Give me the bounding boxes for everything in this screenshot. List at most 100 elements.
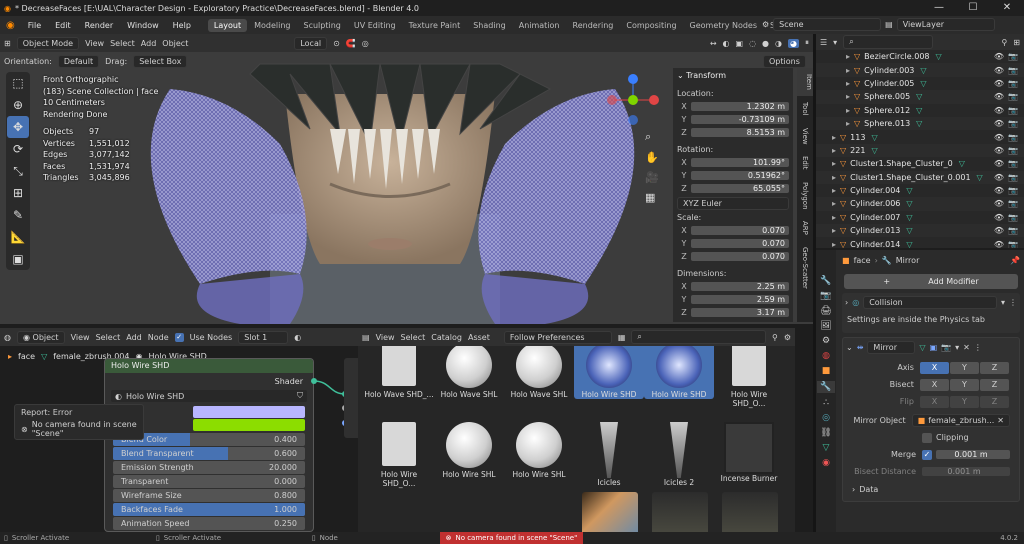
scale-z-field[interactable]: 0.070 — [691, 252, 789, 261]
mirror-name-field[interactable]: Mirror — [867, 341, 916, 354]
asset-catalog-menu[interactable]: Catalog — [431, 333, 462, 342]
render-camera-icon[interactable]: 📷 — [1008, 213, 1018, 222]
tab-edit[interactable]: Edit — [801, 150, 809, 176]
editor-type-icon[interactable]: ▤ — [362, 333, 370, 342]
maximize-button[interactable]: ☐ — [956, 0, 990, 16]
outliner-row[interactable]: ▸ ▽ Sphere.013 ▽ 👁 📷 — [816, 116, 1024, 131]
bisect-x-toggle[interactable]: X — [919, 378, 949, 391]
render-camera-icon[interactable]: 📷 — [1008, 146, 1018, 155]
rotation-y-field[interactable]: 0.51962° — [691, 171, 789, 180]
scale-tool-icon[interactable]: ⤡ — [7, 160, 29, 182]
outliner-row[interactable]: ▸ ▽ Cluster1.Shape_Cluster_0.001 ▽ 👁 📷 — [816, 170, 1024, 184]
add-cube-tool-icon[interactable]: ▣ — [7, 248, 29, 270]
asset-asset-menu[interactable]: Asset — [468, 333, 490, 342]
visibility-eye-icon[interactable]: 👁 — [994, 92, 1004, 101]
tab-uv-editing[interactable]: UV Editing — [348, 19, 402, 32]
render-camera-icon[interactable]: 📷 — [1008, 92, 1018, 101]
dimension-z-field[interactable]: 3.17 m — [691, 308, 789, 317]
dimension-y-field[interactable]: 2.59 m — [691, 295, 789, 304]
expand-arrow-icon[interactable]: ▸ — [832, 186, 836, 195]
outliner-editor-icon[interactable]: ☰ — [820, 38, 827, 47]
tab-shading[interactable]: Shading — [467, 19, 512, 32]
render-camera-icon[interactable]: 📷 — [1008, 186, 1018, 195]
clipping-checkbox[interactable] — [922, 432, 932, 443]
asset-item[interactable]: Holo Wave SHL — [504, 346, 574, 399]
wing-asset-thumbnail[interactable] — [582, 492, 638, 532]
display-mode-icon[interactable]: ▾ — [833, 38, 837, 47]
outliner-row[interactable]: ▸ ▽ Cylinder.007 ▽ 👁 📷 — [816, 211, 1024, 224]
outliner-row[interactable]: ▸ ▽ Cylinder.005 ▽ 👁 📷 — [816, 77, 1024, 90]
expand-arrow-icon[interactable]: ▸ — [832, 226, 836, 235]
collapse-chevron-icon[interactable]: ⌄ — [677, 71, 684, 80]
material-props-icon[interactable]: ◉ — [822, 458, 830, 468]
tab-geometry-nodes[interactable]: Geometry Nodes — [684, 19, 763, 32]
constraints-props-icon[interactable]: ⛓ — [820, 428, 831, 438]
transform-tool-icon[interactable]: ⊞ — [7, 182, 29, 204]
render-camera-icon[interactable]: 📷 — [1008, 240, 1018, 248]
shader-node-editor[interactable]: ◍ ◉ Object View Select Add Node ✓ Use No… — [0, 328, 358, 532]
menu-render[interactable]: Render — [78, 21, 120, 30]
annotate-tool-icon[interactable]: ✎ — [7, 204, 29, 226]
blender-menu-icon[interactable]: ◉ — [0, 20, 21, 31]
clear-field-icon[interactable]: ✕ — [997, 416, 1004, 425]
tab-sculpting[interactable]: Sculpting — [298, 19, 347, 32]
render-props-icon[interactable]: 📷 — [820, 291, 831, 301]
visibility-eye-icon[interactable]: 👁 — [994, 66, 1004, 75]
remove-modifier-icon[interactable]: ✕ — [963, 343, 970, 352]
asset-item[interactable]: Holo Wire SHD — [644, 346, 714, 399]
outliner-row[interactable]: ▸ ▽ Sphere.005 ▽ 👁 📷 — [816, 90, 1024, 104]
stone-asset-thumbnail[interactable] — [652, 492, 708, 532]
import-method-dropdown[interactable]: Follow Preferences — [503, 330, 612, 344]
pin-icon[interactable]: 📌 — [1010, 256, 1020, 265]
edit-mode-toggle-icon[interactable]: ▽ — [919, 343, 925, 352]
expand-arrow-icon[interactable]: ▸ — [832, 173, 836, 182]
outliner-row[interactable]: ▸ ▽ Sphere.012 ▽ 👁 📷 — [816, 104, 1024, 117]
outliner-row[interactable]: ▸ ▽ Cylinder.006 ▽ 👁 📷 — [816, 197, 1024, 211]
asset-view-menu[interactable]: View — [376, 333, 395, 342]
outliner-search-input[interactable]: ⌕ — [843, 35, 934, 49]
render-camera-icon[interactable]: 📷 — [1008, 106, 1018, 115]
modifier-menu-icon[interactable]: ▾ — [1001, 298, 1005, 307]
flip-z-toggle[interactable]: Z — [979, 395, 1010, 408]
render-camera-icon[interactable]: 📷 — [1008, 199, 1018, 208]
display-mode-icon[interactable]: ▦ — [618, 333, 626, 342]
pan-hand-icon[interactable]: ✋ — [645, 151, 659, 164]
outliner-row[interactable]: ▸ ▽ Cluster1.Shape_Cluster_0 ▽ 👁 📷 — [816, 157, 1024, 170]
outliner-row[interactable]: ▸ ▽ Cylinder.004 ▽ 👁 📷 — [816, 184, 1024, 197]
tab-modeling[interactable]: Modeling — [248, 19, 296, 32]
asset-item[interactable]: Incense Burner — [714, 422, 784, 483]
render-camera-icon[interactable]: 📷 — [1008, 66, 1018, 75]
visibility-eye-icon[interactable]: 👁 — [994, 79, 1004, 88]
expand-arrow-icon[interactable]: ▸ — [846, 119, 850, 128]
visibility-eye-icon[interactable]: 👁 — [994, 146, 1004, 155]
select-box-tool-icon[interactable]: ⬚ — [7, 72, 29, 94]
asset-search-input[interactable]: ⌕ — [631, 330, 766, 344]
menu-help[interactable]: Help — [166, 21, 198, 30]
visibility-eye-icon[interactable]: 👁 — [994, 199, 1004, 208]
asset-item[interactable]: Holo Wire SHL — [504, 422, 574, 479]
location-z-field[interactable]: 8.5153 m — [691, 128, 789, 137]
render-camera-icon[interactable]: 📷 — [1008, 159, 1018, 168]
render-camera-icon[interactable]: 📷 — [1008, 226, 1018, 235]
material-output-node[interactable] — [344, 358, 358, 438]
tab-texture-paint[interactable]: Texture Paint — [403, 19, 467, 32]
render-camera-icon[interactable]: 📷 — [1008, 79, 1018, 88]
expand-arrow-icon[interactable]: ▸ — [832, 213, 836, 222]
mirror-object-field[interactable]: female_zbrush... — [928, 416, 994, 425]
view-layer-props-icon[interactable]: 🖼 — [820, 321, 831, 331]
asset-item[interactable]: Holo Wave SHD_... — [364, 346, 434, 399]
location-y-field[interactable]: -0.73109 m — [691, 115, 789, 124]
rotation-x-field[interactable]: 101.99° — [691, 158, 789, 167]
output-props-icon[interactable]: 🖨 — [820, 306, 831, 316]
outliner-row[interactable]: ▸ ▽ BezierCircle.008 ▽ 👁 📷 — [816, 50, 1024, 63]
scene-selector[interactable]: Scene — [773, 18, 882, 31]
view-layer-selector[interactable]: ViewLayer — [896, 18, 995, 31]
axis-x-toggle[interactable]: X — [919, 361, 949, 374]
scale-y-field[interactable]: 0.070 — [691, 239, 789, 248]
drag-handle-icon[interactable]: ⋮ — [1009, 298, 1017, 307]
menu-file[interactable]: File — [21, 21, 48, 30]
bisect-y-toggle[interactable]: Y — [949, 378, 979, 391]
new-collection-icon[interactable]: ⊞ — [1013, 38, 1020, 47]
visibility-eye-icon[interactable]: 👁 — [994, 186, 1004, 195]
camera-view-icon[interactable]: 🎥 — [645, 171, 659, 184]
